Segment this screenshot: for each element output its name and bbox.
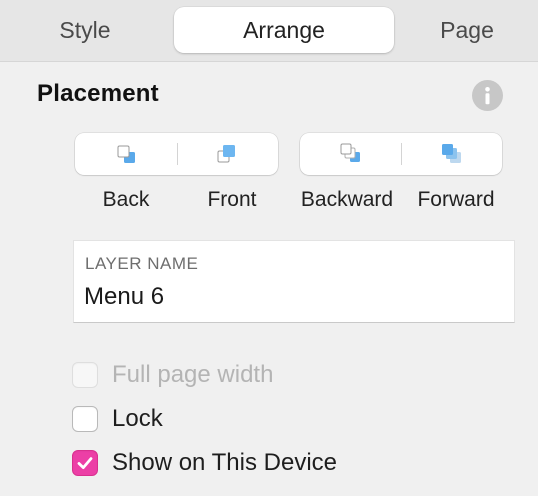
info-glyph (485, 87, 490, 105)
bring-to-front-icon (217, 145, 236, 163)
placement-section-title: Placement (37, 80, 159, 107)
info-icon[interactable] (472, 80, 503, 111)
arrange-back-front-group (75, 133, 278, 175)
send-to-back-label: Back (102, 188, 150, 211)
send-backward-label: Backward (300, 188, 394, 211)
send-to-back-button[interactable] (75, 133, 177, 175)
tab-style[interactable]: Style (20, 7, 150, 53)
checkmark-icon (77, 457, 93, 469)
bring-forward-label: Forward (417, 188, 495, 211)
layer-name-field: LAYER NAME (73, 240, 515, 323)
full-page-width-option: Full page width (72, 360, 273, 390)
send-to-back-icon (117, 145, 135, 163)
inspector-tab-bar: Style Arrange Page (0, 0, 538, 62)
show-on-device-checkbox[interactable] (72, 450, 98, 476)
layer-name-input[interactable] (84, 281, 504, 313)
bring-to-front-button[interactable] (177, 133, 279, 175)
send-backward-button[interactable] (300, 133, 401, 175)
lock-checkbox[interactable] (72, 406, 98, 432)
lock-label: Lock (112, 405, 163, 432)
layer-name-label: LAYER NAME (85, 254, 199, 273)
show-on-device-label: Show on This Device (112, 449, 337, 476)
bring-to-front-label: Front (207, 188, 257, 211)
arrange-backward-forward-group (300, 133, 502, 175)
full-page-width-label: Full page width (112, 361, 274, 388)
full-page-width-checkbox[interactable] (72, 362, 98, 388)
tab-arrange[interactable]: Arrange (174, 7, 394, 53)
bring-forward-button[interactable] (401, 133, 502, 175)
bring-forward-icon (441, 144, 461, 163)
lock-option: Lock (72, 404, 163, 434)
tab-page[interactable]: Page (400, 7, 534, 53)
show-on-device-option: Show on This Device (72, 448, 337, 478)
send-backward-icon (340, 143, 360, 162)
